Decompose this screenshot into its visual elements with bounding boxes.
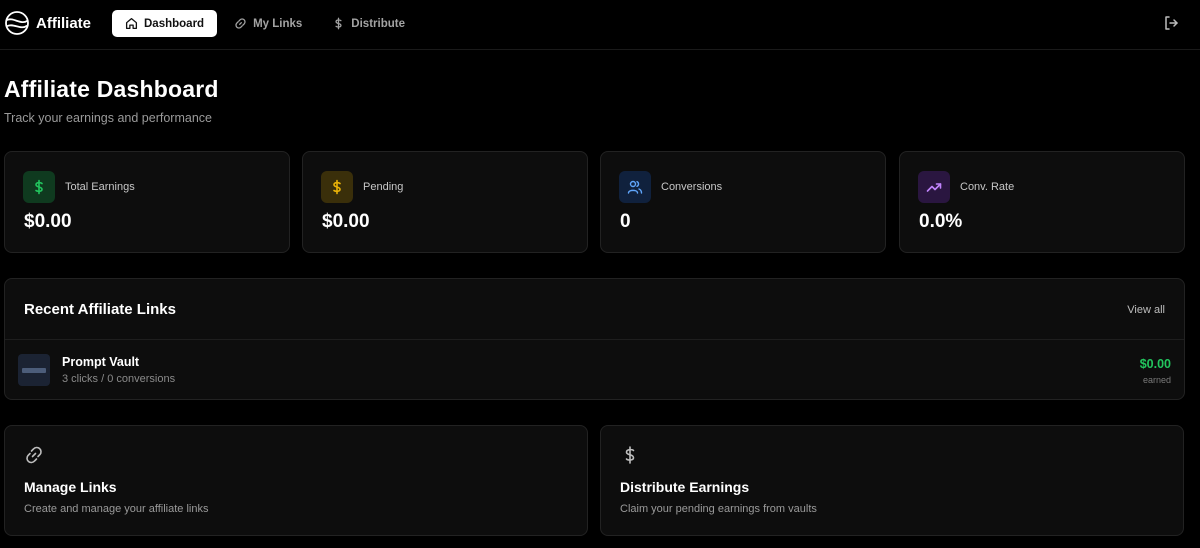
stat-card-total-earnings: Total Earnings $0.00 <box>4 151 290 253</box>
link-icon <box>235 18 246 29</box>
main-nav: Dashboard My Links Distribute <box>112 10 418 37</box>
stat-value: $0.00 <box>24 211 72 232</box>
link-icon <box>26 446 42 464</box>
dollar-icon <box>333 179 341 195</box>
logout-icon[interactable] <box>1163 15 1179 31</box>
brand[interactable]: Affiliate <box>4 10 91 36</box>
stat-label: Conv. Rate <box>960 181 1015 193</box>
distribute-earnings-card[interactable]: Distribute Earnings Claim your pending e… <box>600 425 1184 536</box>
stat-label: Conversions <box>661 181 723 193</box>
stat-value: 0 <box>620 211 631 232</box>
action-title: Manage Links <box>24 479 117 495</box>
page-title: Affiliate Dashboard <box>4 76 219 102</box>
home-icon <box>125 17 138 30</box>
top-navbar: Affiliate Dashboard My Links Distribute <box>0 0 1200 50</box>
stat-label: Pending <box>363 181 404 193</box>
nav-tab-label: Distribute <box>351 17 405 30</box>
stat-icon-box <box>619 171 651 203</box>
dollar-icon <box>35 179 43 195</box>
dollar-icon <box>335 17 342 30</box>
stat-icon-box <box>23 171 55 203</box>
nav-tab-label: Dashboard <box>144 17 205 30</box>
link-meta: 3 clicks / 0 conversions <box>62 373 176 385</box>
stat-label: Total Earnings <box>65 181 135 193</box>
stat-card-conversions: Conversions 0 <box>600 151 886 253</box>
page-subtitle: Track your earnings and performance <box>4 111 212 125</box>
action-description: Claim your pending earnings from vaults <box>620 503 817 515</box>
list-item[interactable]: Prompt Vault 3 clicks / 0 conversions $0… <box>5 340 1184 400</box>
stat-card-conv-rate: Conv. Rate 0.0% <box>899 151 1185 253</box>
stat-icon-box <box>321 171 353 203</box>
stat-card-pending: Pending $0.00 <box>302 151 588 253</box>
view-all-link[interactable]: View all <box>1127 304 1165 316</box>
stat-icon-box <box>918 171 950 203</box>
link-name: Prompt Vault <box>62 355 140 369</box>
action-title: Distribute Earnings <box>620 479 750 495</box>
recent-links-panel: Recent Affiliate Links View all Prompt V… <box>4 278 1185 400</box>
link-earned-amount: $0.00 <box>1139 357 1171 371</box>
prompt-vault-logo-icon <box>22 367 46 373</box>
action-description: Create and manage your affiliate links <box>24 503 209 515</box>
stat-value: $0.00 <box>322 211 370 232</box>
dollar-icon <box>625 446 635 464</box>
section-title: Recent Affiliate Links <box>24 301 176 318</box>
manage-links-card[interactable]: Manage Links Create and manage your affi… <box>4 425 588 536</box>
nav-tab-dashboard[interactable]: Dashboard <box>112 10 218 37</box>
stat-value: 0.0% <box>919 211 963 232</box>
nav-tab-my-links[interactable]: My Links <box>221 10 315 37</box>
users-icon <box>627 180 643 194</box>
brand-name: Affiliate <box>36 14 92 32</box>
nav-tab-label: My Links <box>253 17 303 30</box>
trending-up-icon <box>926 183 942 192</box>
link-earned-label: earned <box>1142 375 1171 385</box>
link-thumbnail <box>18 354 50 386</box>
nav-tab-distribute[interactable]: Distribute <box>319 10 418 37</box>
globe-logo-icon <box>5 11 29 35</box>
